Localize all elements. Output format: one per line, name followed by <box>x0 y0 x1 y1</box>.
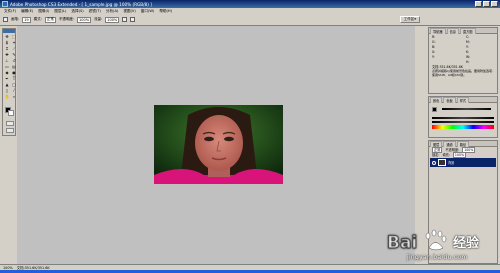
crop-tool-icon[interactable]: ⌗ <box>4 46 10 51</box>
mode-select[interactable]: 正常 <box>44 16 56 23</box>
flow-field[interactable]: 100% <box>105 16 120 23</box>
info-panel: 导航器 信息 直方图 R: G: B: X: Y: C: M: Y: K: W:… <box>428 27 498 94</box>
menu-file[interactable]: 文件(F) <box>4 9 16 14</box>
eraser-tool-icon[interactable]: ▭ <box>4 64 10 69</box>
opacity-label: 不透明度: <box>58 17 75 21</box>
tab-swatches[interactable]: 色板 <box>443 96 456 103</box>
color-spectrum-bar[interactable] <box>432 125 494 129</box>
brush-tool-icon[interactable] <box>3 17 8 22</box>
zoom-level[interactable]: 100% <box>3 266 13 270</box>
watermark-jingyan: 经验 <box>453 236 480 251</box>
menu-edit[interactable]: 编辑(E) <box>21 9 33 14</box>
flow-label: 流量: <box>94 17 103 21</box>
clone-stamp-tool-icon[interactable]: ⊥ <box>4 58 10 63</box>
layer-item[interactable]: 背景 <box>430 158 496 167</box>
menu-help[interactable]: 帮助(H) <box>159 9 172 14</box>
color-fg-swatch[interactable] <box>432 106 437 112</box>
minimize-button[interactable] <box>475 1 482 7</box>
toolbox: ✥ ⬚ ϕ ✦ ⌗ ⟋ ✚ ✎ ⊥ ↺ ▭ ▤ ◆ ● ✒ T ▲ ▢ ▯ ⁄ … <box>2 28 16 136</box>
title-bar: Adobe Photoshop CS3 Extended - [ 1_sampl… <box>0 0 500 8</box>
pen-tool-icon[interactable]: ✒ <box>4 76 10 81</box>
window-controls <box>475 1 500 7</box>
info-row: Y: <box>432 54 435 59</box>
tools-grid: ✥ ⬚ ϕ ✦ ⌗ ⟋ ✚ ✎ ⊥ ↺ ▭ ▤ ◆ ● ✒ T ▲ ▢ ▯ ⁄ … <box>3 33 16 100</box>
tab-info[interactable]: 信息 <box>446 27 459 34</box>
menu-view[interactable]: 视图(V) <box>123 9 135 14</box>
healing-brush-tool-icon[interactable]: ✚ <box>4 52 10 57</box>
workspace-button[interactable]: 工作区▾ <box>399 16 420 23</box>
document-image[interactable] <box>154 105 283 184</box>
layer-fill-label: 填充: <box>442 153 450 157</box>
watermark-brand: Bai <box>387 233 417 253</box>
tab-styles[interactable]: 样式 <box>456 96 470 103</box>
menu-filter[interactable]: 滤镜(T) <box>89 9 101 14</box>
portrait-photo <box>154 105 283 184</box>
tab-color[interactable]: 颜色 <box>430 96 443 103</box>
tab-channels[interactable]: 通道 <box>443 140 456 147</box>
maximize-button[interactable] <box>483 1 490 7</box>
background-color-swatch[interactable] <box>8 110 14 116</box>
blur-tool-icon[interactable]: ◆ <box>4 70 10 75</box>
color-slider[interactable] <box>432 117 494 119</box>
color-slider[interactable] <box>432 121 494 123</box>
mode-label: 模式: <box>33 17 42 21</box>
photoshop-app-icon <box>2 1 8 7</box>
options-right: 工作区▾ <box>399 16 500 23</box>
notes-tool-icon[interactable]: ▯ <box>4 88 10 93</box>
baidu-paw-logo: Bai <box>387 229 447 253</box>
menu-select[interactable]: 选择(S) <box>71 9 83 14</box>
color-slider[interactable] <box>442 108 491 110</box>
window-title: Adobe Photoshop CS3 Extended - [ 1_sampl… <box>10 1 152 7</box>
photoshop-window: Adobe Photoshop CS3 Extended - [ 1_sampl… <box>0 0 500 273</box>
tab-histogram[interactable]: 直方图 <box>459 27 476 34</box>
color-panel: 颜色 色板 样式 <box>428 96 498 138</box>
layer-fill-field[interactable]: 100% <box>452 151 467 158</box>
baidu-jingyan-watermark: Bai 经验 jingyan.baidu.com <box>385 226 495 266</box>
layer-name: 背景 <box>448 161 455 165</box>
brush-size-field[interactable]: 19 <box>22 16 31 23</box>
menu-layer[interactable]: 图层(L) <box>54 9 66 14</box>
screen-mode-icon[interactable] <box>6 128 14 133</box>
tool-options-bar: 画笔: 19 模式: 正常 不透明度: 100% 流量: 100% 工作区▾ <box>0 14 500 26</box>
hand-tool-icon[interactable]: ✋ <box>4 94 10 99</box>
menu-analysis[interactable]: 分析(A) <box>106 9 118 14</box>
lock-label: 锁定: <box>432 153 440 157</box>
path-selection-tool-icon[interactable]: ▲ <box>4 82 10 87</box>
airbrush-icon[interactable] <box>122 17 128 22</box>
menu-image[interactable]: 图像(I) <box>38 9 49 14</box>
watermark-url: jingyan.baidu.com <box>407 254 468 261</box>
move-tool-icon[interactable]: ✥ <box>4 34 10 39</box>
quick-mask-icon[interactable] <box>6 121 14 126</box>
menu-window[interactable]: 窗口(W) <box>141 9 155 14</box>
brush-label: 画笔: <box>11 17 20 21</box>
layer-thumbnail <box>438 159 446 166</box>
info-row: H: <box>466 59 470 64</box>
hint-text: 点按并拖移以使用前景色绘画。要用附加选项,使用Shift、Alt和Ctrl键。 <box>432 69 493 77</box>
lasso-tool-icon[interactable]: ϕ <box>4 40 10 45</box>
tablet-pressure-icon[interactable] <box>130 17 136 22</box>
close-button[interactable] <box>491 1 498 7</box>
eye-icon[interactable] <box>432 160 436 165</box>
opacity-field[interactable]: 100% <box>77 16 92 23</box>
tab-navigator[interactable]: 导航器 <box>430 27 446 34</box>
